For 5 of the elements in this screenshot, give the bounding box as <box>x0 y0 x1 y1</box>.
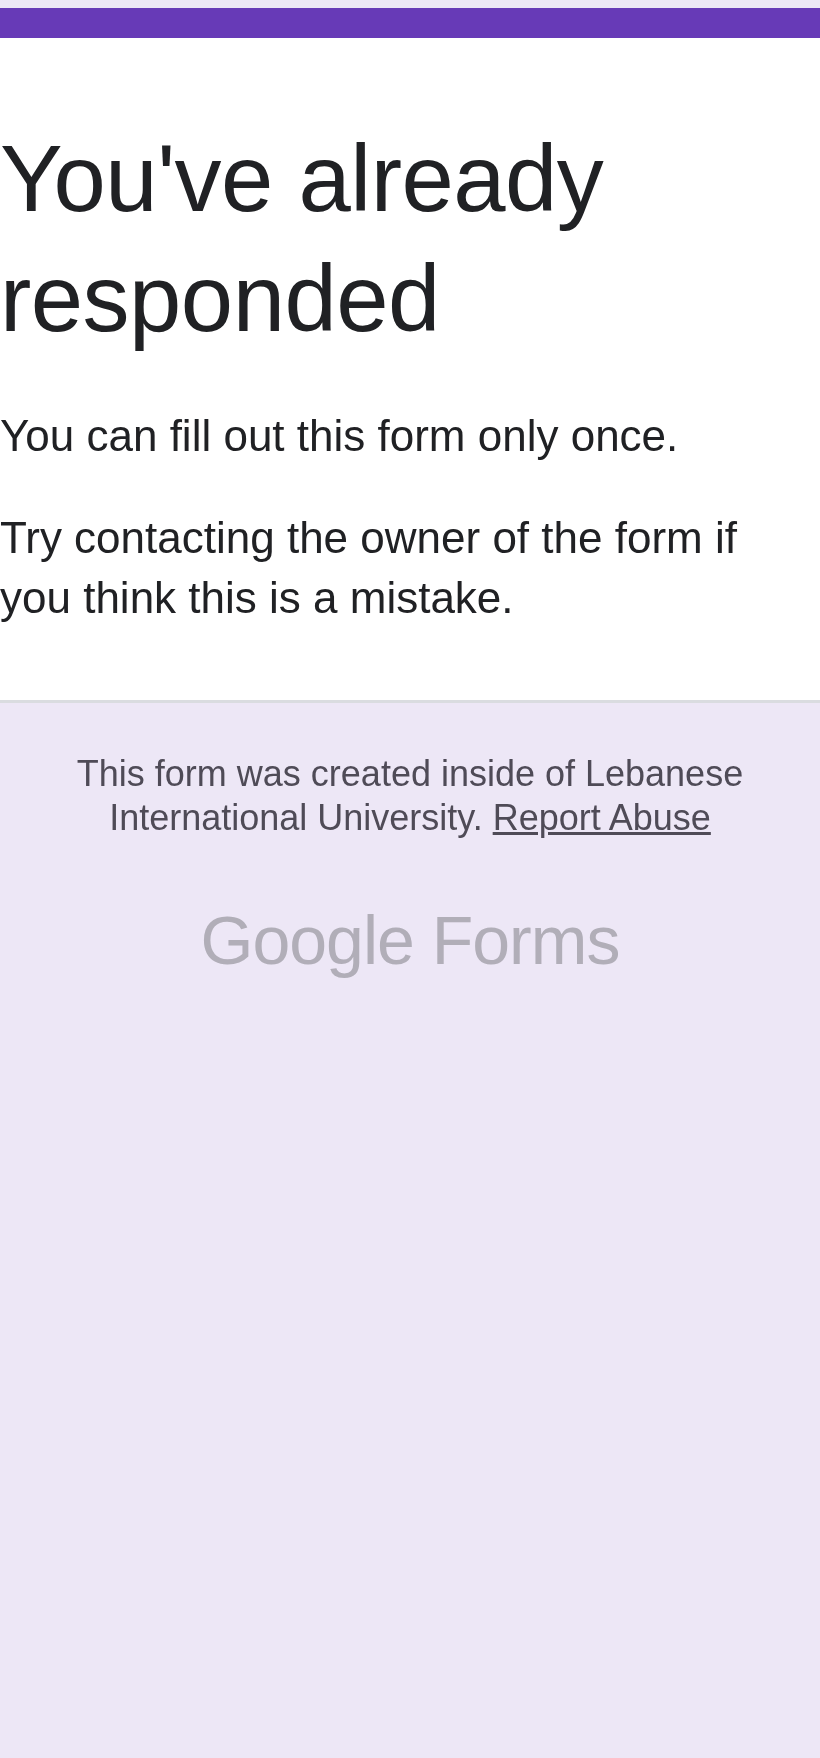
page-title: You've already responded <box>0 125 605 353</box>
report-abuse-link[interactable]: Report Abuse <box>492 797 711 838</box>
message-text: You can fill out this form only once. <box>0 410 680 462</box>
footer-notice: This form was created inside of Lebanese International University. Report Abuse <box>75 752 745 840</box>
message-text: Try contacting the owner of the form if you think this is a mistake. <box>0 512 738 624</box>
